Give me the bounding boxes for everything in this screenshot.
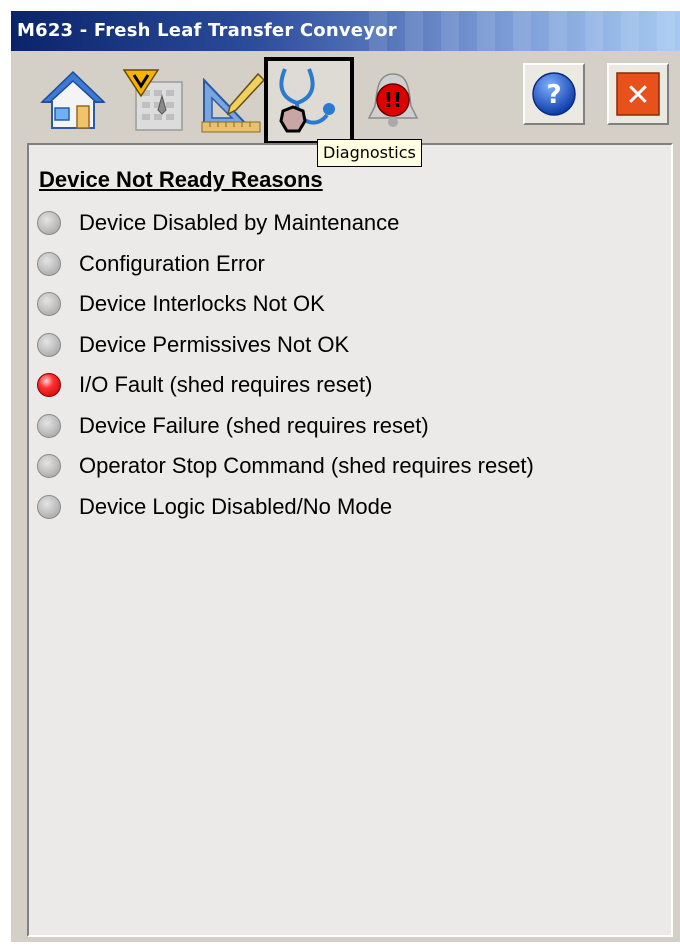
- reason-label: Configuration Error: [79, 250, 265, 276]
- tab-diagnostics[interactable]: [264, 57, 354, 145]
- status-indicator-icon: [37, 373, 61, 398]
- faceplate-window: M623 - Fresh Leaf Transfer Conveyor !! ?…: [10, 10, 680, 942]
- status-indicator-icon: [37, 454, 61, 479]
- reason-item: Operator Stop Command (shed requires res…: [37, 446, 534, 487]
- close-label: ✕: [625, 78, 650, 113]
- reason-item: Device Interlocks Not OK: [37, 284, 534, 325]
- engineering-icon: [201, 72, 266, 133]
- tab-alarms[interactable]: !!: [353, 61, 433, 141]
- reason-item: Device Failure (shed requires reset): [37, 406, 534, 447]
- status-indicator-icon: [37, 413, 61, 438]
- diagnostics-panel: Device Not Ready Reasons Device Disabled…: [27, 143, 673, 937]
- reason-label: I/O Fault (shed requires reset): [79, 372, 373, 398]
- maintenance-icon: [122, 69, 183, 131]
- reason-label: Device Disabled by Maintenance: [79, 210, 400, 236]
- home-icon: [40, 70, 106, 129]
- tab-home[interactable]: [33, 61, 113, 141]
- reason-item: Device Disabled by Maintenance: [37, 203, 534, 244]
- toolbar: !! ? ✕: [11, 51, 680, 145]
- section-heading: Device Not Ready Reasons: [39, 167, 323, 192]
- status-indicator-icon: [37, 211, 61, 236]
- title-bar[interactable]: M623 - Fresh Leaf Transfer Conveyor: [11, 11, 680, 51]
- reason-label: Device Interlocks Not OK: [79, 291, 325, 317]
- help-label: ?: [546, 80, 561, 110]
- diagnostics-stethoscope-icon: [279, 68, 335, 133]
- reason-label: Device Failure (shed requires reset): [79, 412, 429, 438]
- tab-engineering[interactable]: [193, 61, 273, 141]
- reason-list: Device Disabled by Maintenance Configura…: [37, 203, 534, 527]
- help-button[interactable]: ?: [523, 63, 585, 125]
- status-indicator-icon: [37, 292, 61, 317]
- reason-item: Configuration Error: [37, 244, 534, 285]
- tab-maintenance[interactable]: [113, 61, 193, 141]
- status-indicator-icon: [37, 494, 61, 519]
- window-title: M623 - Fresh Leaf Transfer Conveyor: [17, 20, 397, 41]
- alarm-badge-text: !!: [384, 88, 402, 112]
- help-icon: ?: [532, 72, 576, 116]
- status-indicator-icon: [37, 251, 61, 276]
- close-button[interactable]: ✕: [607, 63, 669, 125]
- reason-item: Device Permissives Not OK: [37, 325, 534, 366]
- tooltip: Diagnostics: [317, 139, 422, 167]
- reason-label: Operator Stop Command (shed requires res…: [79, 453, 534, 479]
- close-icon: ✕: [616, 72, 660, 116]
- reason-item: I/O Fault (shed requires reset): [37, 365, 534, 406]
- reason-label: Device Logic Disabled/No Mode: [79, 493, 393, 519]
- reason-item: Device Logic Disabled/No Mode: [37, 487, 534, 528]
- status-indicator-icon: [37, 332, 61, 357]
- alarm-bell-icon: !!: [367, 73, 419, 127]
- reason-label: Device Permissives Not OK: [79, 331, 350, 357]
